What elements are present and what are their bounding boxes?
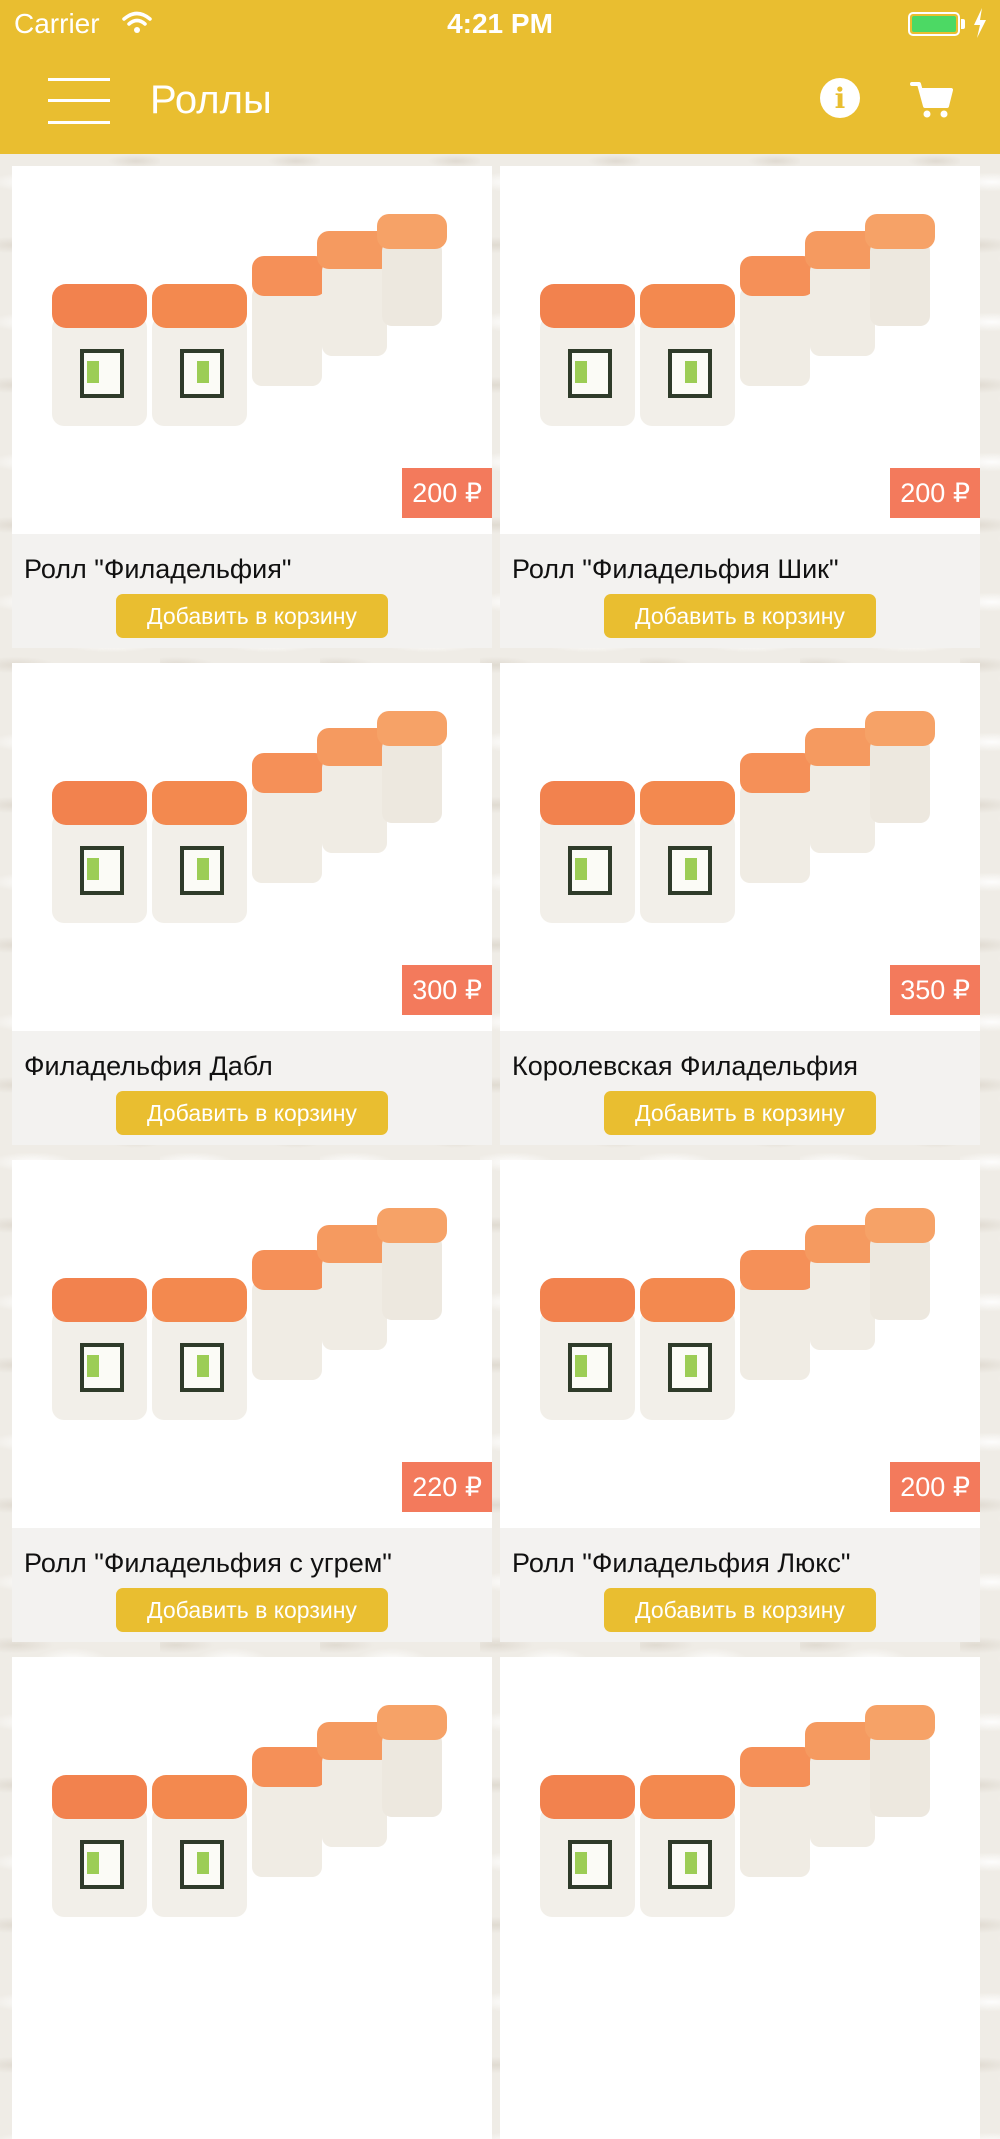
cart-button[interactable] — [910, 78, 954, 122]
app-header: Carrier 4:21 PM Роллы i — [0, 0, 1000, 154]
status-bar: Carrier 4:21 PM — [0, 0, 1000, 50]
product-name: Ролл "Филадельфия с угрем" — [24, 1548, 392, 1578]
add-to-cart-button[interactable]: Добавить в корзину — [604, 1588, 876, 1632]
product-name: Королевская Филадельфия — [512, 1051, 859, 1081]
navigation-bar: Роллы i — [0, 54, 1000, 154]
product-info: Ролл "Филадельфия Шик" Добавить в корзин… — [500, 534, 980, 648]
price-badge: 300 ₽ — [402, 965, 492, 1015]
add-to-cart-button[interactable]: Добавить в корзину — [116, 594, 388, 638]
product-info: Королевская Филадельфия Добавить в корзи… — [500, 1031, 980, 1145]
info-button[interactable]: i — [820, 78, 860, 118]
product-name: Ролл "Филадельфия" — [24, 554, 292, 584]
charging-icon — [974, 8, 986, 38]
product-image[interactable] — [12, 1657, 492, 2025]
price-badge: 350 ₽ — [890, 965, 980, 1015]
product-card[interactable] — [12, 1657, 492, 2139]
product-card[interactable]: 200 ₽ Ролл "Филадельфия Люкс" Добавить в… — [500, 1160, 980, 1642]
product-card[interactable]: 350 ₽ Королевская Филадельфия Добавить в… — [500, 663, 980, 1145]
price-badge: 200 ₽ — [890, 468, 980, 518]
page-title: Роллы — [150, 78, 272, 122]
info-icon: i — [834, 82, 846, 115]
product-info: Ролл "Филадельфия с угрем" Добавить в ко… — [12, 1528, 492, 1642]
add-to-cart-button[interactable]: Добавить в корзину — [604, 1091, 876, 1135]
clock: 4:21 PM — [447, 8, 553, 39]
battery-icon — [908, 12, 960, 36]
product-image[interactable] — [500, 1657, 980, 2025]
product-card[interactable] — [500, 1657, 980, 2139]
add-to-cart-button[interactable]: Добавить в корзину — [604, 594, 876, 638]
product-card[interactable]: 200 ₽ Ролл "Филадельфия Шик" Добавить в … — [500, 166, 980, 648]
add-to-cart-button[interactable]: Добавить в корзину — [116, 1588, 388, 1632]
price-badge: 200 ₽ — [890, 1462, 980, 1512]
product-info: Филадельфия Дабл Добавить в корзину — [12, 1031, 492, 1145]
price-badge: 200 ₽ — [402, 468, 492, 518]
product-info: Ролл "Филадельфия" Добавить в корзину — [12, 534, 492, 648]
menu-button[interactable] — [48, 78, 110, 124]
price-badge: 220 ₽ — [402, 1462, 492, 1512]
product-card[interactable]: 300 ₽ Филадельфия Дабл Добавить в корзин… — [12, 663, 492, 1145]
product-card[interactable]: 200 ₽ Ролл "Филадельфия" Добавить в корз… — [12, 166, 492, 648]
product-name: Ролл "Филадельфия Шик" — [512, 554, 839, 584]
product-name: Ролл "Филадельфия Люкс" — [512, 1548, 851, 1578]
add-to-cart-button[interactable]: Добавить в корзину — [116, 1091, 388, 1135]
product-info: Ролл "Филадельфия Люкс" Добавить в корзи… — [500, 1528, 980, 1642]
product-name: Филадельфия Дабл — [24, 1051, 273, 1081]
product-card[interactable]: 220 ₽ Ролл "Филадельфия с угрем" Добавит… — [12, 1160, 492, 1642]
